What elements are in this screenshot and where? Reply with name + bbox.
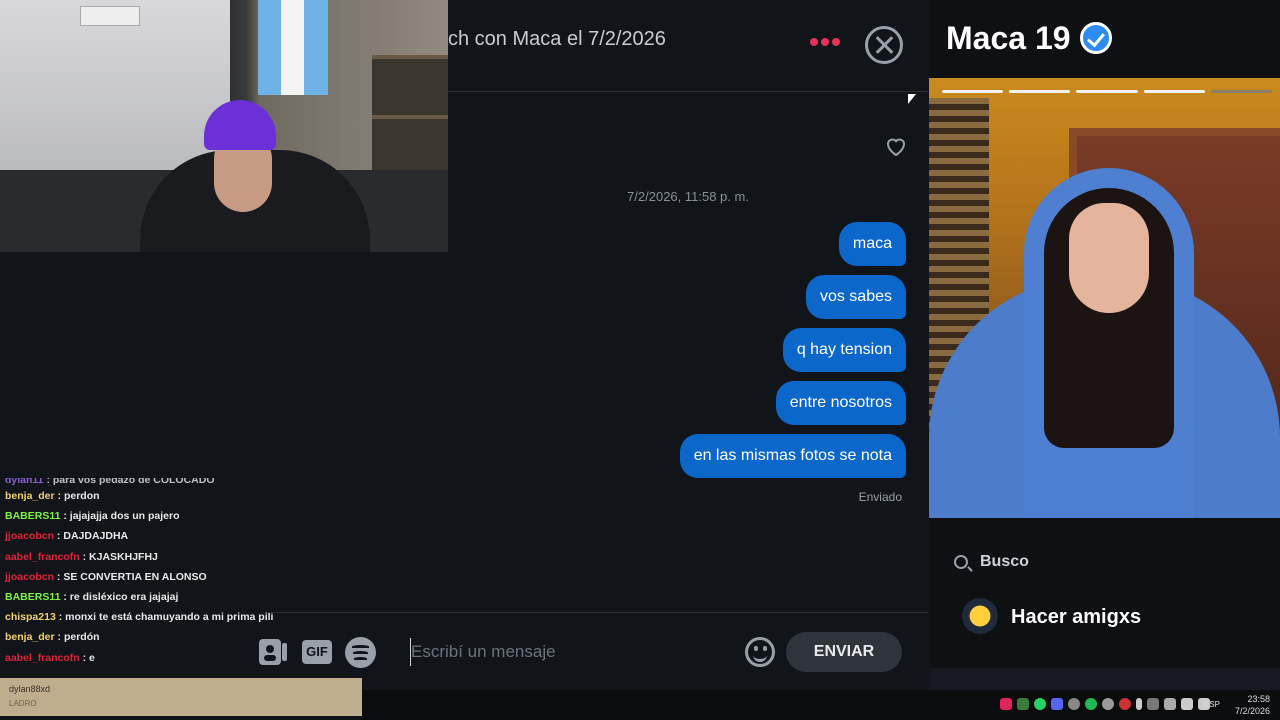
twitch-chat-username[interactable]: chispa213 [5,611,56,623]
twitch-chat-text: DAJDAJDHA [63,530,129,543]
twitch-chat-separator: : [60,510,70,523]
message-bubble[interactable]: entre nosotros [775,381,906,425]
tray-app-icon[interactable] [1017,698,1029,710]
twitch-chat-line: chispa213 : monxi te está chamuyando a m… [0,607,420,627]
photo-progress-bar [942,90,1273,94]
emoji-icon[interactable] [745,637,775,667]
mouse-cursor [908,94,916,104]
twitch-chat-username[interactable]: aabel_francofn [5,652,80,664]
sticker-icon[interactable] [258,638,288,666]
twitch-chat-username[interactable]: BABERS11 [5,510,60,522]
message-bubble[interactable]: q hay tension [782,328,906,372]
tray-app-icon[interactable] [1000,698,1012,710]
tray-app-icon[interactable] [1119,698,1131,710]
viewer-name: dylan88xd [9,684,51,694]
viewer-popup: dylan88xd LADRO [0,678,362,716]
twitch-chat-text: SE CONVERTIA EN ALONSO [63,570,207,583]
twitch-chat-separator: : [43,478,53,486]
language-indicator[interactable]: ESP [1204,700,1220,709]
more-options-icon[interactable] [810,38,840,46]
message-timestamp: 7/2/2026, 11:58 p. m. [627,189,749,204]
tray-app-icon[interactable] [1164,698,1176,710]
spotify-tray-icon[interactable] [1085,698,1097,710]
message-list: maca vos sabes q hay tension entre nosot… [679,222,906,478]
message-bubble[interactable]: en las mismas fotos se nota [679,434,906,478]
microphone-icon[interactable] [1136,698,1142,710]
twitch-chat-username[interactable]: benja_der [5,490,55,502]
header-divider [448,91,928,92]
twitch-chat-text: jajajajja dos un pajero [69,510,180,523]
twitch-chat-username[interactable]: benja_der [5,631,55,643]
photo-progress-segment[interactable] [1210,90,1273,93]
twitch-chat-line: BABERS11 : jajajajja dos un pajero [0,506,420,526]
twitch-chat-username[interactable]: BABERS11 [5,591,60,603]
panel-bottom-bar [929,668,1280,690]
webcam-overlay [0,0,448,252]
busco-label: Busco [980,553,1029,570]
tray-app-icon[interactable] [1068,698,1080,710]
twitch-chat-separator: : [79,550,90,563]
twitch-chat-line: BABERS11 : re disléxico era jajajaj [0,587,420,607]
whatsapp-icon[interactable] [1034,698,1046,710]
photo-progress-segment[interactable] [942,90,1004,93]
twitch-chat-text: perdón [63,631,100,644]
looking-for-value: Hacer amigxs [1011,606,1142,628]
twitch-chat-separator: : [60,590,70,603]
twitch-chat-text: para vos pedazo de COLOCADO [52,478,215,486]
twitch-chat-separator: : [54,530,64,543]
input-divider [268,612,928,613]
taskbar: ESP 23:58 7/2/2026 [362,690,1280,720]
twitch-chat-text: KJASKHJFHJ [89,550,158,563]
twitch-chat-separator: : [54,631,64,644]
discord-icon[interactable] [1051,698,1063,710]
twitch-chat-line: aabel_francofn : KJASKHJFHJ [0,547,420,567]
gif-icon[interactable]: GIF [302,640,332,664]
twitch-chat-separator: : [54,490,64,502]
send-button[interactable]: ENVIAR [786,632,902,672]
sent-status: Enviado [858,490,902,504]
waving-hand-icon [962,598,998,634]
viewer-subtext: LADRO [9,699,37,708]
verified-icon [1080,22,1112,54]
message-bubble[interactable]: vos sabes [805,275,906,319]
profile-photo[interactable] [929,78,1280,518]
tray-app-icon[interactable] [1102,698,1114,710]
argentina-flag [258,0,328,95]
twitch-chat-line: dylan11 : para vos pedazo de COLOCADO [0,478,420,486]
twitch-chat-username[interactable]: jjoacobcn [5,530,54,542]
twitch-chat-text: re disléxico era jajajaj [69,590,179,603]
system-tray[interactable] [1000,698,1210,710]
twitch-chat-text: monxi te está chamuyando a mi prima pili [65,611,274,624]
twitch-chat-username[interactable]: dylan11 [5,478,44,486]
twitch-chat-line: jjoacobcn : SE CONVERTIA EN ALONSO [0,567,420,587]
photo-progress-segment[interactable] [1076,90,1138,93]
twitch-chat-line: jjoacobcn : DAJDAJDHA [0,526,420,546]
keyboard-icon[interactable] [1147,698,1159,710]
twitch-chat-text: perdon [63,490,100,502]
network-icon[interactable] [1181,698,1193,710]
heart-icon[interactable] [884,134,908,158]
close-icon[interactable] [865,26,903,64]
stream-screen: ch con Maca el 7/2/2026 7/2/2026, 11:58 … [0,0,1280,720]
chat-header-title: ch con Maca el 7/2/2026 [448,28,666,50]
taskbar-clock[interactable]: 23:58 7/2/2026 [1235,693,1270,717]
twitch-chat-separator: : [79,651,90,664]
twitch-chat-line: benja_der : perdon [0,486,420,506]
clock-time: 23:58 [1247,694,1270,704]
twitch-chat-username[interactable]: jjoacobcn [5,571,54,583]
profile-name: Maca 19 [946,20,1071,56]
twitch-chat-separator: : [55,611,66,624]
message-bubble[interactable]: maca [838,222,906,266]
photo-progress-segment[interactable] [1143,90,1205,93]
twitch-chat-text: e [89,651,95,664]
message-input[interactable] [410,638,730,666]
clock-date: 7/2/2026 [1234,706,1270,716]
twitch-chat-username[interactable]: aabel_francofn [5,551,80,563]
spotify-icon[interactable] [345,637,376,668]
photo-progress-segment[interactable] [1009,90,1071,93]
twitch-chat-separator: : [54,570,64,583]
